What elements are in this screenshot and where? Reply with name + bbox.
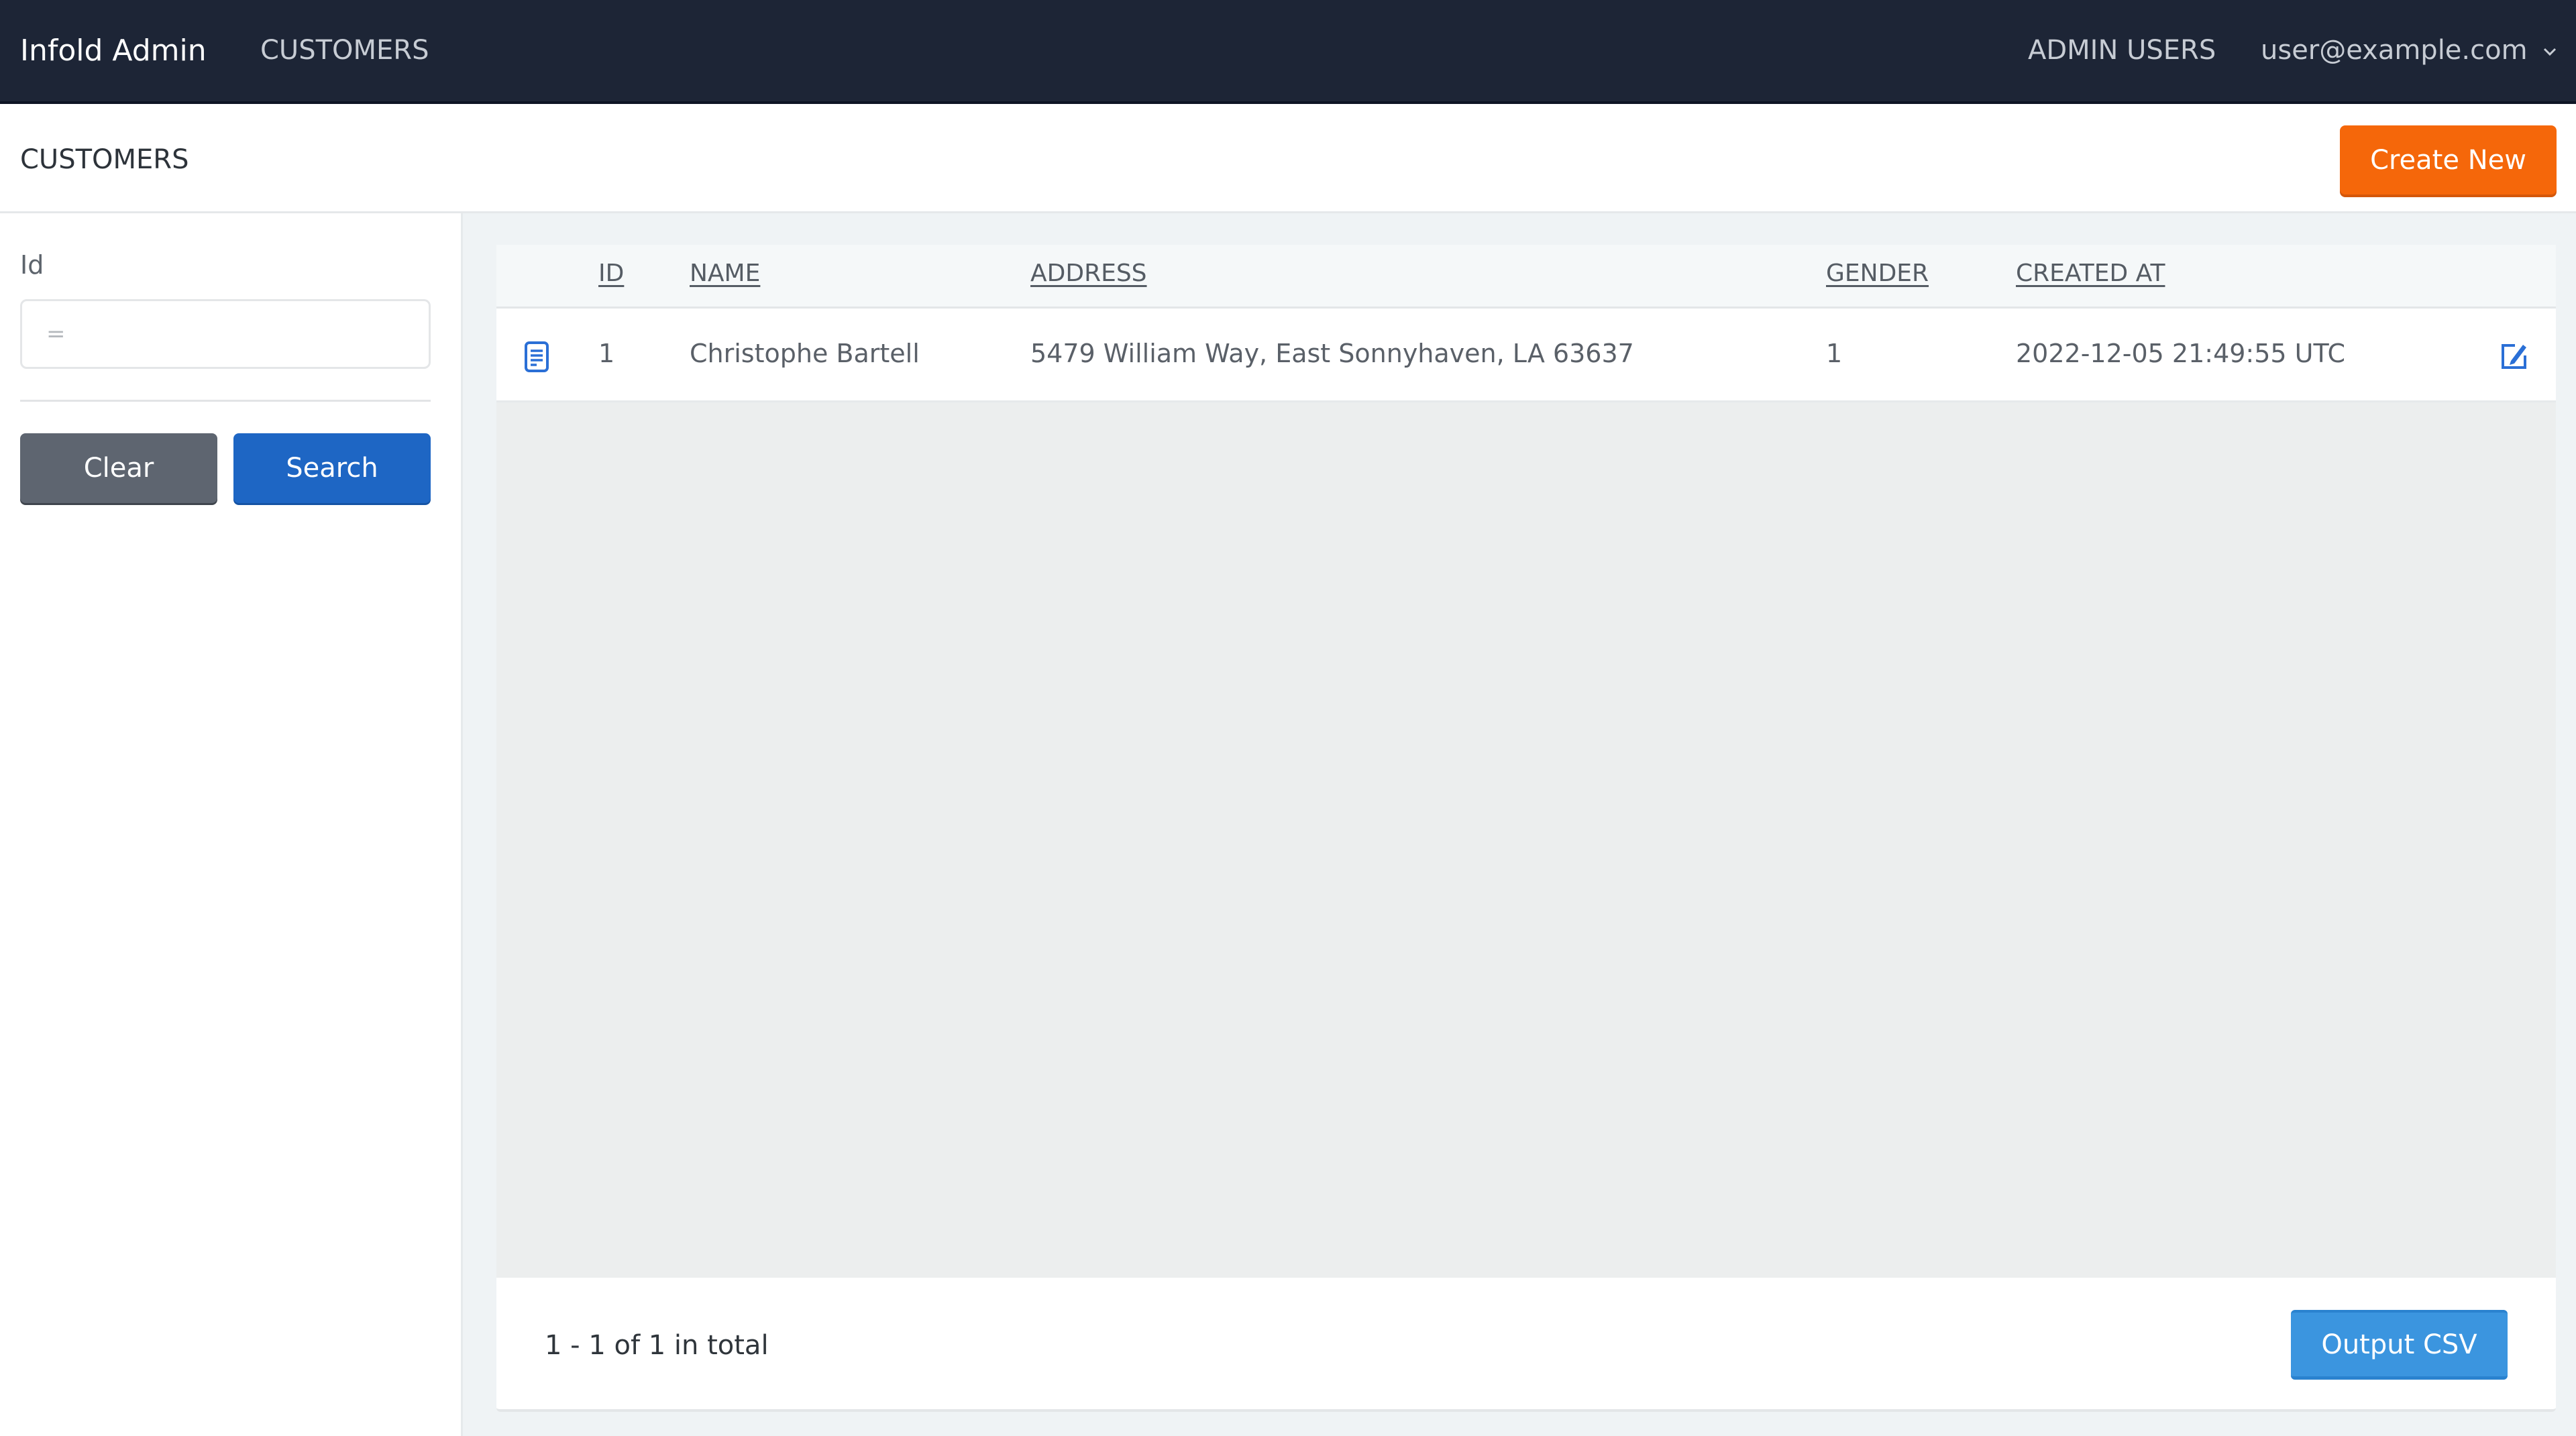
- column-header-id[interactable]: ID: [598, 260, 624, 287]
- cell-id: 1: [598, 339, 615, 368]
- pagination-summary: 1 - 1 of 1 in total: [545, 1330, 769, 1361]
- document-icon[interactable]: [523, 341, 550, 373]
- search-button[interactable]: Search: [233, 433, 431, 503]
- cell-name: Christophe Bartell: [690, 339, 920, 368]
- nav-link-admin-users[interactable]: ADMIN USERS: [2028, 35, 2216, 66]
- table-footer: 1 - 1 of 1 in total Output CSV: [496, 1278, 2556, 1412]
- sidebar-divider: [20, 400, 431, 402]
- cell-address: 5479 William Way, East Sonnyhaven, LA 63…: [1030, 339, 1634, 368]
- edit-icon[interactable]: [2499, 341, 2530, 372]
- top-navbar: Infold Admin CUSTOMERS ADMIN USERS user@…: [0, 0, 2576, 104]
- user-email: user@example.com: [2261, 35, 2528, 66]
- user-menu[interactable]: user@example.com: [2261, 35, 2557, 66]
- column-header-name[interactable]: NAME: [690, 260, 760, 287]
- search-sidebar: Id Clear Search: [0, 213, 463, 1436]
- id-filter-input[interactable]: [20, 299, 431, 369]
- table-header: ID NAME ADDRESS GENDER CREATED AT: [496, 245, 2556, 309]
- brand-logo[interactable]: Infold Admin: [20, 34, 207, 68]
- column-header-gender[interactable]: GENDER: [1826, 260, 1929, 287]
- output-csv-button[interactable]: Output CSV: [2291, 1310, 2508, 1380]
- column-header-created-at[interactable]: CREATED AT: [2016, 260, 2165, 287]
- nav-link-customers[interactable]: CUSTOMERS: [260, 35, 429, 66]
- filter-label-id: Id: [20, 250, 44, 280]
- column-header-address[interactable]: ADDRESS: [1030, 260, 1147, 287]
- cell-gender: 1: [1826, 339, 1843, 368]
- create-new-button[interactable]: Create New: [2340, 125, 2557, 195]
- chevron-down-icon: [2544, 48, 2557, 56]
- cell-created-at: 2022-12-05 21:49:55 UTC: [2016, 339, 2345, 368]
- page-title: CUSTOMERS: [20, 144, 189, 175]
- results-table: ID NAME ADDRESS GENDER CREATED AT 1 Chri…: [496, 245, 2556, 1278]
- table-row: 1 Christophe Bartell 5479 William Way, E…: [496, 309, 2556, 402]
- page-header: CUSTOMERS Create New: [0, 104, 2576, 213]
- clear-button[interactable]: Clear: [20, 433, 217, 503]
